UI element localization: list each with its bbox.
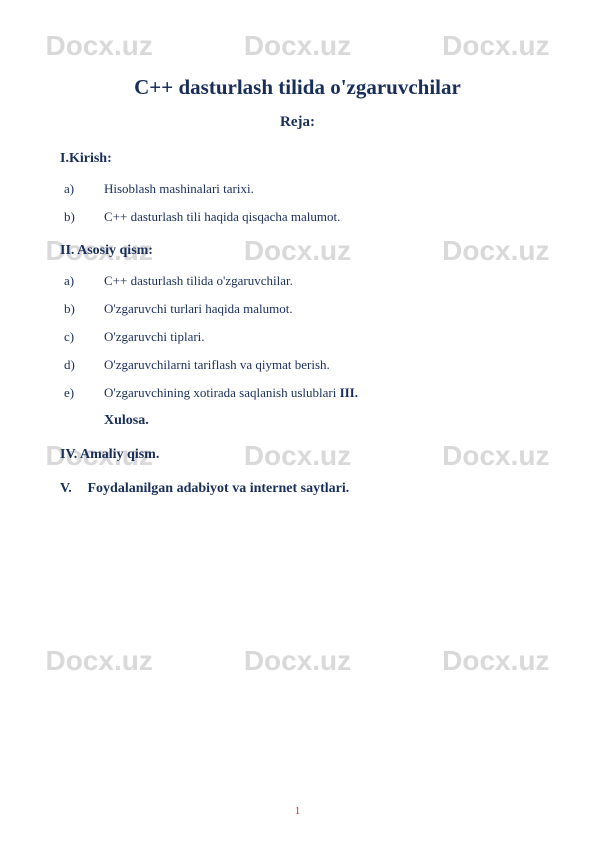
list-marker: d) xyxy=(64,357,104,373)
document-content: C++ dasturlash tilida o'zgaruvchilar Rej… xyxy=(0,0,595,497)
list-text: O'zgaruvchining xotirada saqlanish uslub… xyxy=(104,385,535,401)
document-subtitle: Reja: xyxy=(60,114,535,131)
watermark-text: Docx.uz xyxy=(45,645,152,677)
section-2-heading: II. Asosiy qism: xyxy=(60,243,535,259)
list-text-suffix: III. xyxy=(340,385,358,400)
list-item: e) O'zgaruvchining xotirada saqlanish us… xyxy=(60,385,535,401)
section-5-heading: V. Foydalanilgan adabiyot va internet sa… xyxy=(60,481,535,497)
list-marker: b) xyxy=(64,301,104,317)
list-item: b) C++ dasturlash tili haqida qisqacha m… xyxy=(60,209,535,225)
list-text-main: O'zgaruvchining xotirada saqlanish uslub… xyxy=(104,385,340,400)
xulosa-heading: Xulosa. xyxy=(104,413,535,429)
list-item: c) O'zgaruvchi tiplari. xyxy=(60,329,535,345)
watermark-text: Docx.uz xyxy=(244,645,351,677)
list-marker: e) xyxy=(64,385,104,401)
list-text: C++ dasturlash tili haqida qisqacha malu… xyxy=(104,209,535,225)
list-item: a) Hisoblash mashinalari tarixi. xyxy=(60,181,535,197)
list-text: O'zgaruvchi turlari haqida malumot. xyxy=(104,301,535,317)
list-item: a) C++ dasturlash tilida o'zgaruvchilar. xyxy=(60,273,535,289)
section-4-heading: IV. Amaliy qism. xyxy=(60,447,535,463)
list-marker: b) xyxy=(64,209,104,225)
page-number: 1 xyxy=(0,805,595,817)
watermark-text: Docx.uz xyxy=(442,645,549,677)
list-text: C++ dasturlash tilida o'zgaruvchilar. xyxy=(104,273,535,289)
document-title: C++ dasturlash tilida o'zgaruvchilar xyxy=(60,75,535,100)
list-marker: c) xyxy=(64,329,104,345)
list-text: O'zgaruvchi tiplari. xyxy=(104,329,535,345)
section-1-heading: I.Kirish: xyxy=(60,151,535,167)
list-item: b) O'zgaruvchi turlari haqida malumot. xyxy=(60,301,535,317)
list-item: d) O'zgaruvchilarni tariflash va qiymat … xyxy=(60,357,535,373)
list-marker: a) xyxy=(64,273,104,289)
list-marker: a) xyxy=(64,181,104,197)
list-text: O'zgaruvchilarni tariflash va qiymat ber… xyxy=(104,357,535,373)
section-5-text: Foydalanilgan adabiyot va internet saytl… xyxy=(88,481,350,496)
watermark-row: Docx.uz Docx.uz Docx.uz xyxy=(0,645,595,677)
section-5-marker: V. xyxy=(60,481,84,497)
list-text: Hisoblash mashinalari tarixi. xyxy=(104,181,535,197)
